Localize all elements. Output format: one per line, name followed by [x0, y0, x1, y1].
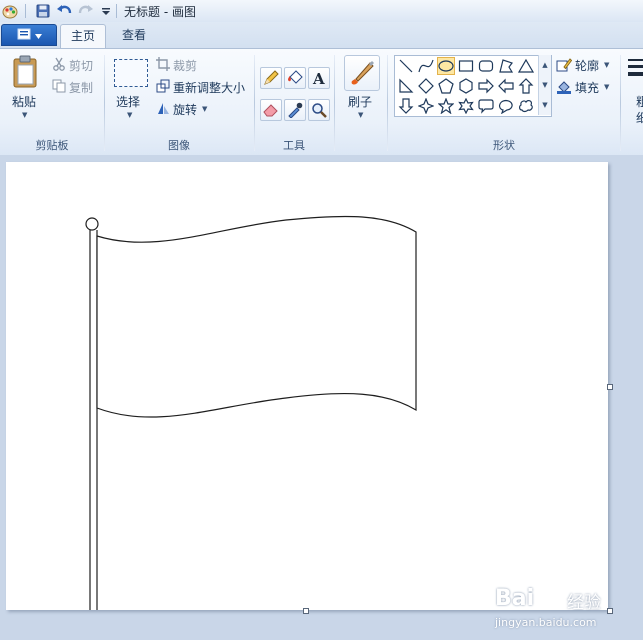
- rotate-dropdown-icon[interactable]: ▼: [202, 105, 207, 113]
- outline-icon: [556, 58, 573, 72]
- brushes-dropdown-icon[interactable]: ▼: [358, 111, 363, 119]
- redo-icon[interactable]: [78, 3, 94, 19]
- cloud-callout-shape-icon[interactable]: [517, 97, 535, 115]
- qa-separator: [116, 4, 117, 18]
- pencil-icon[interactable]: [260, 67, 282, 89]
- gallery-expand-icon[interactable]: ▼: [542, 101, 547, 109]
- fill-button[interactable]: 填充: [575, 79, 599, 96]
- oval-callout-shape-icon[interactable]: [497, 97, 515, 115]
- clipboard-group-label: 剪贴板: [35, 139, 69, 152]
- size-lines-icon[interactable]: [628, 57, 643, 81]
- six-point-star-shape-icon[interactable]: [457, 97, 475, 115]
- size-label-1[interactable]: 粗: [636, 93, 643, 110]
- eraser-icon[interactable]: [260, 99, 282, 121]
- paste-button[interactable]: 粘贴: [12, 93, 36, 110]
- canvas-resize-handle-right[interactable]: [607, 384, 613, 390]
- baidu-watermark: Bai 经验 jingyan.baidu.com: [495, 572, 635, 634]
- clipboard-paste-icon[interactable]: [10, 55, 42, 89]
- pole-knob: [85, 217, 99, 231]
- copy-button[interactable]: 复制: [69, 79, 93, 96]
- fill-dropdown-icon[interactable]: ▼: [604, 83, 609, 91]
- rotate-button[interactable]: 旋转: [173, 101, 197, 118]
- diamond-shape-icon[interactable]: [417, 77, 435, 95]
- resize-icon: [156, 79, 170, 93]
- qa-separator: [25, 4, 26, 18]
- crop-icon: [156, 57, 170, 71]
- chevron-down-icon: [34, 28, 42, 42]
- shapes-scroll[interactable]: ▲ ▼ ▼: [538, 55, 551, 115]
- watermark-url: jingyan.baidu.com: [495, 616, 597, 629]
- brushes-button[interactable]: 刷子: [348, 93, 372, 110]
- shapes-group-label: 形状: [493, 139, 515, 152]
- pentagon-shape-icon[interactable]: [437, 77, 455, 95]
- outline-dropdown-icon[interactable]: ▼: [604, 61, 609, 69]
- tab-home[interactable]: 主页: [60, 24, 106, 49]
- copy-icon: [52, 79, 66, 93]
- group-separator: [620, 55, 621, 151]
- tab-view[interactable]: 查看: [112, 24, 156, 48]
- paste-dropdown-icon[interactable]: ▼: [22, 111, 27, 119]
- svg-text:A: A: [312, 70, 325, 86]
- tools-group-label: 工具: [283, 139, 305, 152]
- down-arrow-shape-icon[interactable]: [397, 97, 415, 115]
- scroll-down-icon[interactable]: ▼: [542, 81, 547, 89]
- paint-menu-button[interactable]: [1, 24, 57, 46]
- curve-shape-icon[interactable]: [417, 57, 435, 75]
- group-separator: [334, 55, 335, 151]
- right-arrow-shape-icon[interactable]: [477, 77, 495, 95]
- paint-app-icon[interactable]: [2, 3, 18, 19]
- size-label-2[interactable]: 细: [636, 109, 643, 126]
- shapes-gallery: [394, 55, 552, 117]
- window-title: 无标题 - 画图: [124, 5, 196, 19]
- polygon-shape-icon[interactable]: [497, 57, 515, 75]
- four-point-star-shape-icon[interactable]: [417, 97, 435, 115]
- select-button[interactable]: 选择: [116, 93, 140, 110]
- rotate-icon: [156, 101, 170, 115]
- rounded-rectangle-shape-icon[interactable]: [477, 57, 495, 75]
- watermark-brand-2: 经验: [567, 593, 601, 613]
- oval-shape-icon[interactable]: [437, 57, 455, 75]
- save-icon[interactable]: [35, 3, 51, 19]
- undo-icon[interactable]: [56, 3, 72, 19]
- rounded-callout-shape-icon[interactable]: [477, 97, 495, 115]
- image-group-label: 图像: [168, 139, 190, 152]
- text-icon[interactable]: A: [308, 67, 330, 89]
- title-bar: 无标题 - 画图: [0, 0, 643, 23]
- menu-doc-icon: [17, 28, 31, 43]
- magnifier-icon[interactable]: [308, 99, 330, 121]
- rectangle-shape-icon[interactable]: [457, 57, 475, 75]
- scissors-icon: [52, 57, 66, 71]
- outline-button[interactable]: 轮廓: [575, 57, 599, 74]
- flag-cloth: [96, 215, 417, 418]
- color-picker-icon[interactable]: [284, 99, 306, 121]
- watermark-brand: Bai: [495, 586, 535, 611]
- flag-drawing: [85, 215, 417, 610]
- up-arrow-shape-icon[interactable]: [517, 77, 535, 95]
- drawing-canvas[interactable]: [6, 162, 608, 610]
- line-shape-icon[interactable]: [397, 57, 415, 75]
- customize-qa-icon[interactable]: [98, 3, 114, 19]
- select-rect-icon[interactable]: [114, 59, 148, 87]
- canvas-resize-handle-bottom[interactable]: [303, 608, 309, 614]
- fill-icon: [556, 80, 572, 94]
- resize-button[interactable]: 重新调整大小: [173, 79, 245, 96]
- fill-bucket-icon[interactable]: [284, 67, 306, 89]
- triangle-shape-icon[interactable]: [517, 57, 535, 75]
- right-triangle-shape-icon[interactable]: [397, 77, 415, 95]
- flag-pole: [89, 230, 98, 610]
- left-arrow-shape-icon[interactable]: [497, 77, 515, 95]
- scroll-up-icon[interactable]: ▲: [542, 61, 547, 69]
- brush-icon[interactable]: [344, 55, 380, 91]
- five-point-star-shape-icon[interactable]: [437, 97, 455, 115]
- cut-button[interactable]: 剪切: [69, 57, 93, 74]
- hexagon-shape-icon[interactable]: [457, 77, 475, 95]
- select-dropdown-icon[interactable]: ▼: [127, 111, 132, 119]
- crop-button[interactable]: 裁剪: [173, 57, 197, 74]
